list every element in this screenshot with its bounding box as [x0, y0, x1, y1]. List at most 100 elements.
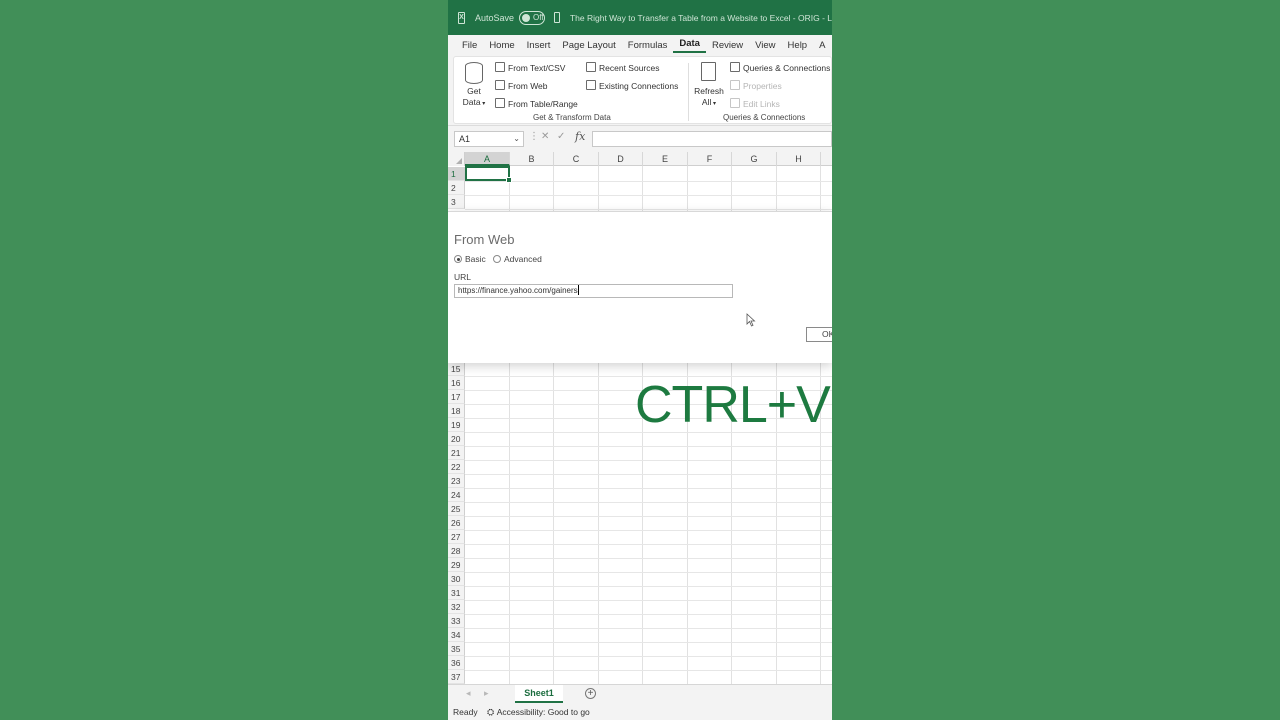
- refresh-label-1: Refresh: [694, 86, 724, 96]
- column-header-b[interactable]: B: [510, 152, 554, 166]
- properties-button[interactable]: Properties: [730, 80, 782, 91]
- queries-connections-label: Queries & Connections: [743, 63, 831, 73]
- get-data-label-2: Data: [462, 97, 481, 107]
- row-header-29[interactable]: 29: [448, 558, 465, 572]
- row-header-28[interactable]: 28: [448, 544, 465, 558]
- row-header-33[interactable]: 33: [448, 614, 465, 628]
- refresh-icon: [701, 62, 716, 81]
- queries-connections-button[interactable]: Queries & Connections: [730, 62, 830, 73]
- row-header-32[interactable]: 32: [448, 600, 465, 614]
- properties-icon: [730, 80, 740, 90]
- autosave-state: Off: [532, 13, 544, 22]
- grid-row-line: [465, 195, 832, 196]
- more-icon: ⋮: [529, 131, 539, 142]
- radio-advanced[interactable]: Advanced: [493, 254, 542, 264]
- url-input[interactable]: https://finance.yahoo.com/gainers: [454, 284, 733, 298]
- row-header-16[interactable]: 16: [448, 376, 465, 390]
- table-icon: [495, 98, 505, 108]
- row-header-27[interactable]: 27: [448, 530, 465, 544]
- row-header-19[interactable]: 19: [448, 418, 465, 432]
- radio-basic[interactable]: Basic: [454, 254, 486, 264]
- get-data-button[interactable]: Get Data ▾: [459, 60, 489, 110]
- formula-input[interactable]: [592, 131, 832, 147]
- insert-function-button[interactable]: fx: [575, 130, 585, 143]
- refresh-all-button[interactable]: Refresh All ▾: [694, 60, 724, 110]
- autosave-toggle[interactable]: Off: [518, 10, 545, 25]
- dialog-title: From Web: [454, 232, 515, 247]
- row-header-37[interactable]: 37: [448, 670, 465, 684]
- tab-view[interactable]: View: [749, 40, 781, 51]
- column-header-h[interactable]: H: [777, 152, 821, 166]
- grid-row-line: [465, 558, 832, 559]
- row-header-24[interactable]: 24: [448, 488, 465, 502]
- grid-row-line: [465, 516, 832, 517]
- row-header-36[interactable]: 36: [448, 656, 465, 670]
- grid-row-line: [465, 628, 832, 629]
- row-header-18[interactable]: 18: [448, 404, 465, 418]
- tab-data[interactable]: Data: [673, 37, 706, 53]
- recent-sources-button[interactable]: Recent Sources: [586, 62, 659, 73]
- selected-cell[interactable]: [465, 166, 512, 183]
- grid-row-line: [465, 614, 832, 615]
- ok-button[interactable]: OK: [806, 327, 832, 342]
- column-header-e[interactable]: E: [643, 152, 688, 166]
- tab-page-layout[interactable]: Page Layout: [556, 40, 621, 51]
- name-box[interactable]: A1 ⌄: [454, 131, 524, 147]
- select-all-button[interactable]: [448, 152, 465, 166]
- row-header-22[interactable]: 22: [448, 460, 465, 474]
- recent-sources-icon: [586, 62, 596, 72]
- from-web-button[interactable]: From Web: [495, 80, 548, 91]
- scroll-left-icon[interactable]: ◂: [466, 688, 471, 699]
- refresh-label-2: All: [701, 97, 712, 107]
- grid-row-line: [465, 586, 832, 587]
- row-header-23[interactable]: 23: [448, 474, 465, 488]
- column-header-c[interactable]: C: [554, 152, 599, 166]
- row-header-21[interactable]: 21: [448, 446, 465, 460]
- row-header-2[interactable]: 2: [448, 181, 465, 195]
- cancel-icon[interactable]: ✕: [541, 131, 549, 142]
- toggle-knob-icon: [521, 13, 530, 22]
- column-header-d[interactable]: D: [599, 152, 643, 166]
- row-header-35[interactable]: 35: [448, 642, 465, 656]
- grid-row-line: [465, 474, 832, 475]
- sheet-tab-sheet1[interactable]: Sheet1: [515, 685, 563, 703]
- column-header-f[interactable]: F: [688, 152, 732, 166]
- tab-home[interactable]: Home: [483, 40, 520, 51]
- grid-row-line: [465, 460, 832, 461]
- row-header-25[interactable]: 25: [448, 502, 465, 516]
- url-input-value: https://finance.yahoo.com/gainers: [458, 286, 578, 295]
- row-header-30[interactable]: 30: [448, 572, 465, 586]
- row-header-20[interactable]: 20: [448, 432, 465, 446]
- from-text-csv-button[interactable]: From Text/CSV: [495, 62, 565, 73]
- row-header-3[interactable]: 3: [448, 195, 465, 209]
- tab-help[interactable]: Help: [782, 40, 814, 51]
- tab-review[interactable]: Review: [706, 40, 749, 51]
- column-header-g[interactable]: G: [732, 152, 777, 166]
- edit-links-button[interactable]: Edit Links: [730, 98, 780, 109]
- add-sheet-icon[interactable]: +: [585, 688, 596, 699]
- column-header-a[interactable]: A: [465, 152, 510, 166]
- existing-connections-button[interactable]: Existing Connections: [586, 80, 678, 91]
- grid-row-line: [465, 209, 832, 210]
- tab-file[interactable]: File: [448, 40, 483, 51]
- tab-a[interactable]: A: [813, 40, 831, 51]
- tab-insert[interactable]: Insert: [521, 40, 557, 51]
- save-icon[interactable]: [553, 12, 560, 23]
- from-web-dialog: From Web Basic Advanced URL https://fina…: [448, 211, 832, 363]
- row-header-1[interactable]: 1: [448, 167, 465, 181]
- from-table-range-button[interactable]: From Table/Range: [495, 98, 578, 109]
- row-header-26[interactable]: 26: [448, 516, 465, 530]
- enter-icon[interactable]: ✓: [557, 131, 565, 142]
- tab-formulas[interactable]: Formulas: [622, 40, 674, 51]
- grid-row-line: [465, 656, 832, 657]
- row-header-31[interactable]: 31: [448, 586, 465, 600]
- row-header-17[interactable]: 17: [448, 390, 465, 404]
- queries-icon: [730, 62, 740, 72]
- accessibility-status[interactable]: ⛭ Accessibility: Good to go: [487, 704, 590, 720]
- scroll-right-icon[interactable]: ▸: [484, 688, 489, 699]
- row-header-15[interactable]: 15: [448, 362, 465, 376]
- accessibility-label: Accessibility: Good to go: [496, 707, 590, 717]
- get-data-label-1: Get: [467, 86, 481, 96]
- group-get-transform-label: Get & Transform Data: [533, 113, 611, 122]
- row-header-34[interactable]: 34: [448, 628, 465, 642]
